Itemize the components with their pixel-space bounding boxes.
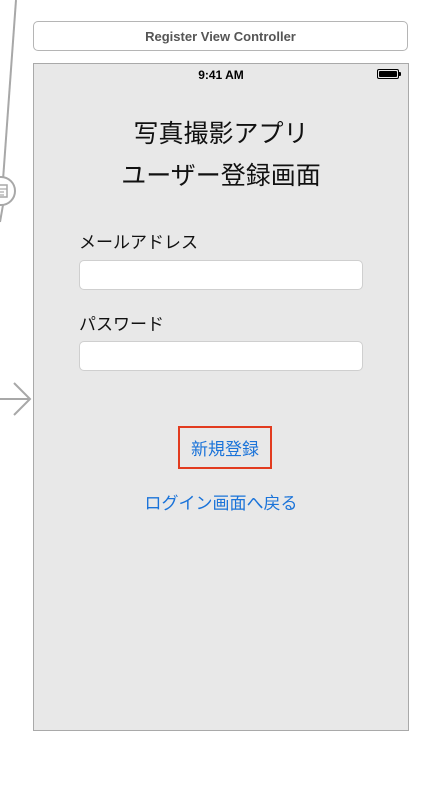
email-label: メールアドレス bbox=[79, 233, 198, 253]
app-title-label: 写真撮影アプリ bbox=[133, 119, 309, 148]
storyboard-canvas: Register View Controller 9:41 AM 写真撮影アプリ… bbox=[0, 0, 444, 789]
battery-tip bbox=[399, 72, 401, 76]
email-field[interactable] bbox=[79, 260, 363, 290]
view-controller-screen[interactable]: 9:41 AM 写真撮影アプリ ユーザー登録画面 メールアドレス パスワード 新… bbox=[33, 63, 409, 731]
password-label: パスワード bbox=[79, 315, 164, 335]
battery-icon bbox=[377, 69, 401, 79]
screen-title-label: ユーザー登録画面 bbox=[121, 161, 321, 190]
status-bar-time: 9:41 AM bbox=[198, 68, 244, 82]
scene-title-bar[interactable]: Register View Controller bbox=[33, 21, 408, 51]
segue-glyph-icon bbox=[0, 184, 8, 198]
segue-connection-line bbox=[0, 0, 17, 223]
back-to-login-link[interactable]: ログイン画面へ戻る bbox=[34, 489, 408, 514]
battery-fill bbox=[379, 71, 397, 77]
entry-arrow-icon bbox=[0, 382, 32, 416]
register-button[interactable]: 新規登録 bbox=[178, 426, 272, 469]
password-field[interactable] bbox=[79, 341, 363, 371]
